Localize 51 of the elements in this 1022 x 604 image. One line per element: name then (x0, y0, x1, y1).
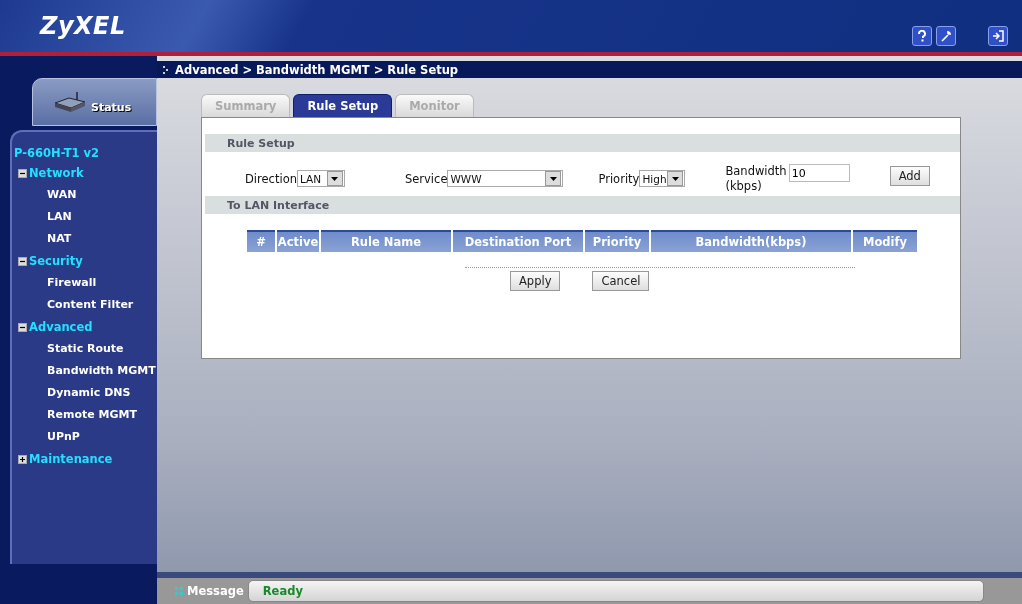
nav-item[interactable]: LAN (14, 206, 157, 228)
message-label: Message (187, 584, 244, 598)
tab[interactable]: Rule Setup (293, 94, 393, 117)
section-header: To LAN Interface (205, 196, 960, 214)
column-header: Destination Port (453, 230, 583, 252)
collapse-icon[interactable] (18, 322, 27, 332)
field-label: Bandwidth (kbps) (725, 164, 787, 194)
message-field: Ready (247, 580, 984, 602)
logout-icon[interactable] (988, 26, 1008, 46)
nav-item[interactable]: NAT (14, 228, 157, 250)
nav-item[interactable]: Bandwidth MGMT (14, 360, 157, 382)
column-header: Active (277, 230, 319, 252)
nav-group[interactable]: Maintenance (29, 452, 113, 466)
nav-group[interactable]: Advanced (29, 320, 93, 334)
field-label: Direction (245, 172, 297, 186)
column-header: # (247, 230, 275, 252)
nav-item[interactable]: Content Filter (14, 294, 157, 316)
collapse-icon[interactable] (18, 256, 27, 266)
column-header: Priority (585, 230, 649, 252)
nav-item[interactable]: Remote MGMT (14, 404, 157, 426)
column-header: Rule Name (321, 230, 451, 252)
direction-dropdown[interactable]: LAN (296, 170, 345, 187)
breadcrumb: Advanced > Bandwidth MGMT > Rule Setup (175, 62, 459, 77)
priority-dropdown[interactable]: High (639, 170, 686, 187)
section-header: Rule Setup (205, 134, 960, 152)
nav-group[interactable]: Network (29, 166, 84, 180)
bullet-icon (175, 587, 183, 595)
expand-icon[interactable] (18, 454, 27, 464)
nav-item[interactable]: Dynamic DNS (14, 382, 157, 404)
wizard-icon[interactable] (936, 26, 956, 46)
bandwidth-field[interactable]: 10 (788, 164, 850, 182)
nav-item[interactable]: UPnP (14, 426, 157, 448)
router-icon (53, 91, 87, 113)
column-header: Bandwidth(kbps) (651, 230, 851, 252)
add-button[interactable]: Add (889, 166, 930, 186)
field-label: Priority (598, 172, 640, 186)
service-dropdown[interactable]: WWW (447, 170, 564, 187)
field-label: Service (404, 172, 448, 186)
bullet-icon (163, 65, 169, 74)
nav-group[interactable]: Security (29, 254, 83, 268)
device-name: P-660H-T1 v2 (14, 146, 101, 160)
column-header: Modify (853, 230, 917, 252)
cancel-button[interactable]: Cancel (592, 271, 650, 291)
status-tab[interactable]: Status (32, 78, 157, 126)
collapse-icon[interactable] (18, 168, 27, 178)
apply-button[interactable]: Apply (510, 271, 561, 291)
nav-item[interactable]: WAN (14, 184, 157, 206)
logo: ZyXEL (40, 12, 126, 40)
nav-item[interactable]: Firewall (14, 272, 157, 294)
help-icon[interactable] (912, 26, 932, 46)
nav-item[interactable]: Static Route (14, 338, 157, 360)
